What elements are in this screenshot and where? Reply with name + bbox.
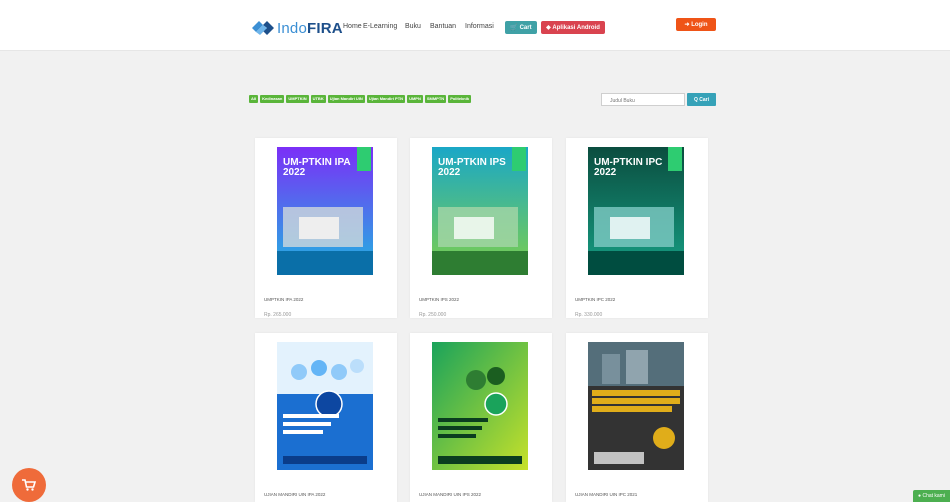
product-title[interactable]: UJIAN MANDIRI UIN IPC 2021	[575, 492, 637, 497]
product-title[interactable]: UJIAN MANDIRI UIN IPS 2022	[419, 492, 481, 497]
cover-title: UM-PTKIN IPA 2022	[283, 157, 351, 178]
nav-elearning[interactable]: E-Learning	[363, 23, 397, 30]
nav-home[interactable]: Home	[343, 23, 362, 30]
cover-title: UM-PTKIN IPS 2022	[438, 157, 506, 178]
filter-umptkin[interactable]: UMPTKIN	[286, 95, 309, 103]
nav-informasi[interactable]: Informasi	[465, 23, 494, 30]
nav-buku[interactable]: Buku	[405, 23, 421, 30]
filter-utbk[interactable]: UTBK	[310, 95, 326, 103]
filter-all[interactable]: All	[249, 95, 259, 103]
product-title[interactable]: UMPTKIN IPC 2022	[575, 297, 615, 302]
cart-icon: 🛒	[510, 25, 518, 31]
book-search-input[interactable]	[601, 93, 685, 106]
nav-bantuan[interactable]: Bantuan	[430, 23, 456, 30]
login-button[interactable]: ➜ Login	[676, 18, 716, 31]
chat-widget-button[interactable]: ● Chat kami	[913, 490, 950, 502]
floating-cart-button[interactable]	[12, 468, 46, 502]
cart-button[interactable]: 🛒 Cart	[505, 21, 537, 34]
product-price: Rp. 330.000	[575, 312, 603, 318]
product-card[interactable]: UJIAN MANDIRI UIN IPS 2022	[410, 333, 552, 502]
top-navbar: IndoFIRA Home E-Learning Buku Bantuan In…	[0, 0, 950, 51]
login-icon: ➜	[684, 22, 690, 28]
filter-kedinasan[interactable]: Kedinasan	[260, 95, 285, 103]
product-card[interactable]: UM-PTKIN IPC 2022 UMPTKIN IPC 2022 Rp. 3…	[566, 138, 708, 318]
product-title[interactable]: UJIAN MANDIRI UIN IPA 2022	[264, 492, 325, 497]
filter-ujian-mandiri-uin[interactable]: Ujian Mandiri UIN	[327, 95, 365, 103]
cart-icon	[22, 479, 36, 491]
product-price: Rp. 250.000	[419, 312, 447, 318]
android-icon: ◆	[546, 25, 551, 31]
product-card[interactable]: UJIAN MANDIRI UIN IPA 2022	[255, 333, 397, 502]
filter-ujian-mandiri-ptn[interactable]: Ujian Mandiri PTN	[366, 95, 406, 103]
logo-icon	[252, 21, 274, 35]
brand-name: IndoFIRA	[277, 19, 343, 37]
search-button[interactable]: Q Cari	[687, 93, 716, 106]
android-app-button[interactable]: ◆ Aplikasi Android	[541, 21, 605, 34]
filter-umpn[interactable]: UMPN	[407, 95, 423, 103]
product-card[interactable]: UJIAN MANDIRI UIN IPC 2021	[566, 333, 708, 502]
category-filters: All Kedinasan UMPTKIN UTBK Ujian Mandiri…	[249, 95, 472, 103]
product-title[interactable]: UMPTKIN IPS 2022	[419, 297, 459, 302]
product-card[interactable]: UM-PTKIN IPA 2022 UMPTKIN IPA 2022 Rp. 2…	[255, 138, 397, 318]
book-cover-image	[432, 342, 528, 470]
filter-smmptn[interactable]: SMMPTN	[424, 95, 447, 103]
book-cover-image	[588, 342, 684, 470]
brand-logo[interactable]: IndoFIRA	[252, 19, 343, 37]
cover-title: UM-PTKIN IPC 2022	[594, 157, 663, 178]
product-price: Rp. 265.000	[264, 312, 292, 318]
filter-politeknik[interactable]: Politeknik	[448, 95, 472, 103]
product-card[interactable]: UM-PTKIN IPS 2022 UMPTKIN IPS 2022 Rp. 2…	[410, 138, 552, 318]
product-title[interactable]: UMPTKIN IPA 2022	[264, 297, 303, 302]
chat-icon: ●	[918, 493, 922, 499]
book-cover-image	[277, 342, 373, 470]
